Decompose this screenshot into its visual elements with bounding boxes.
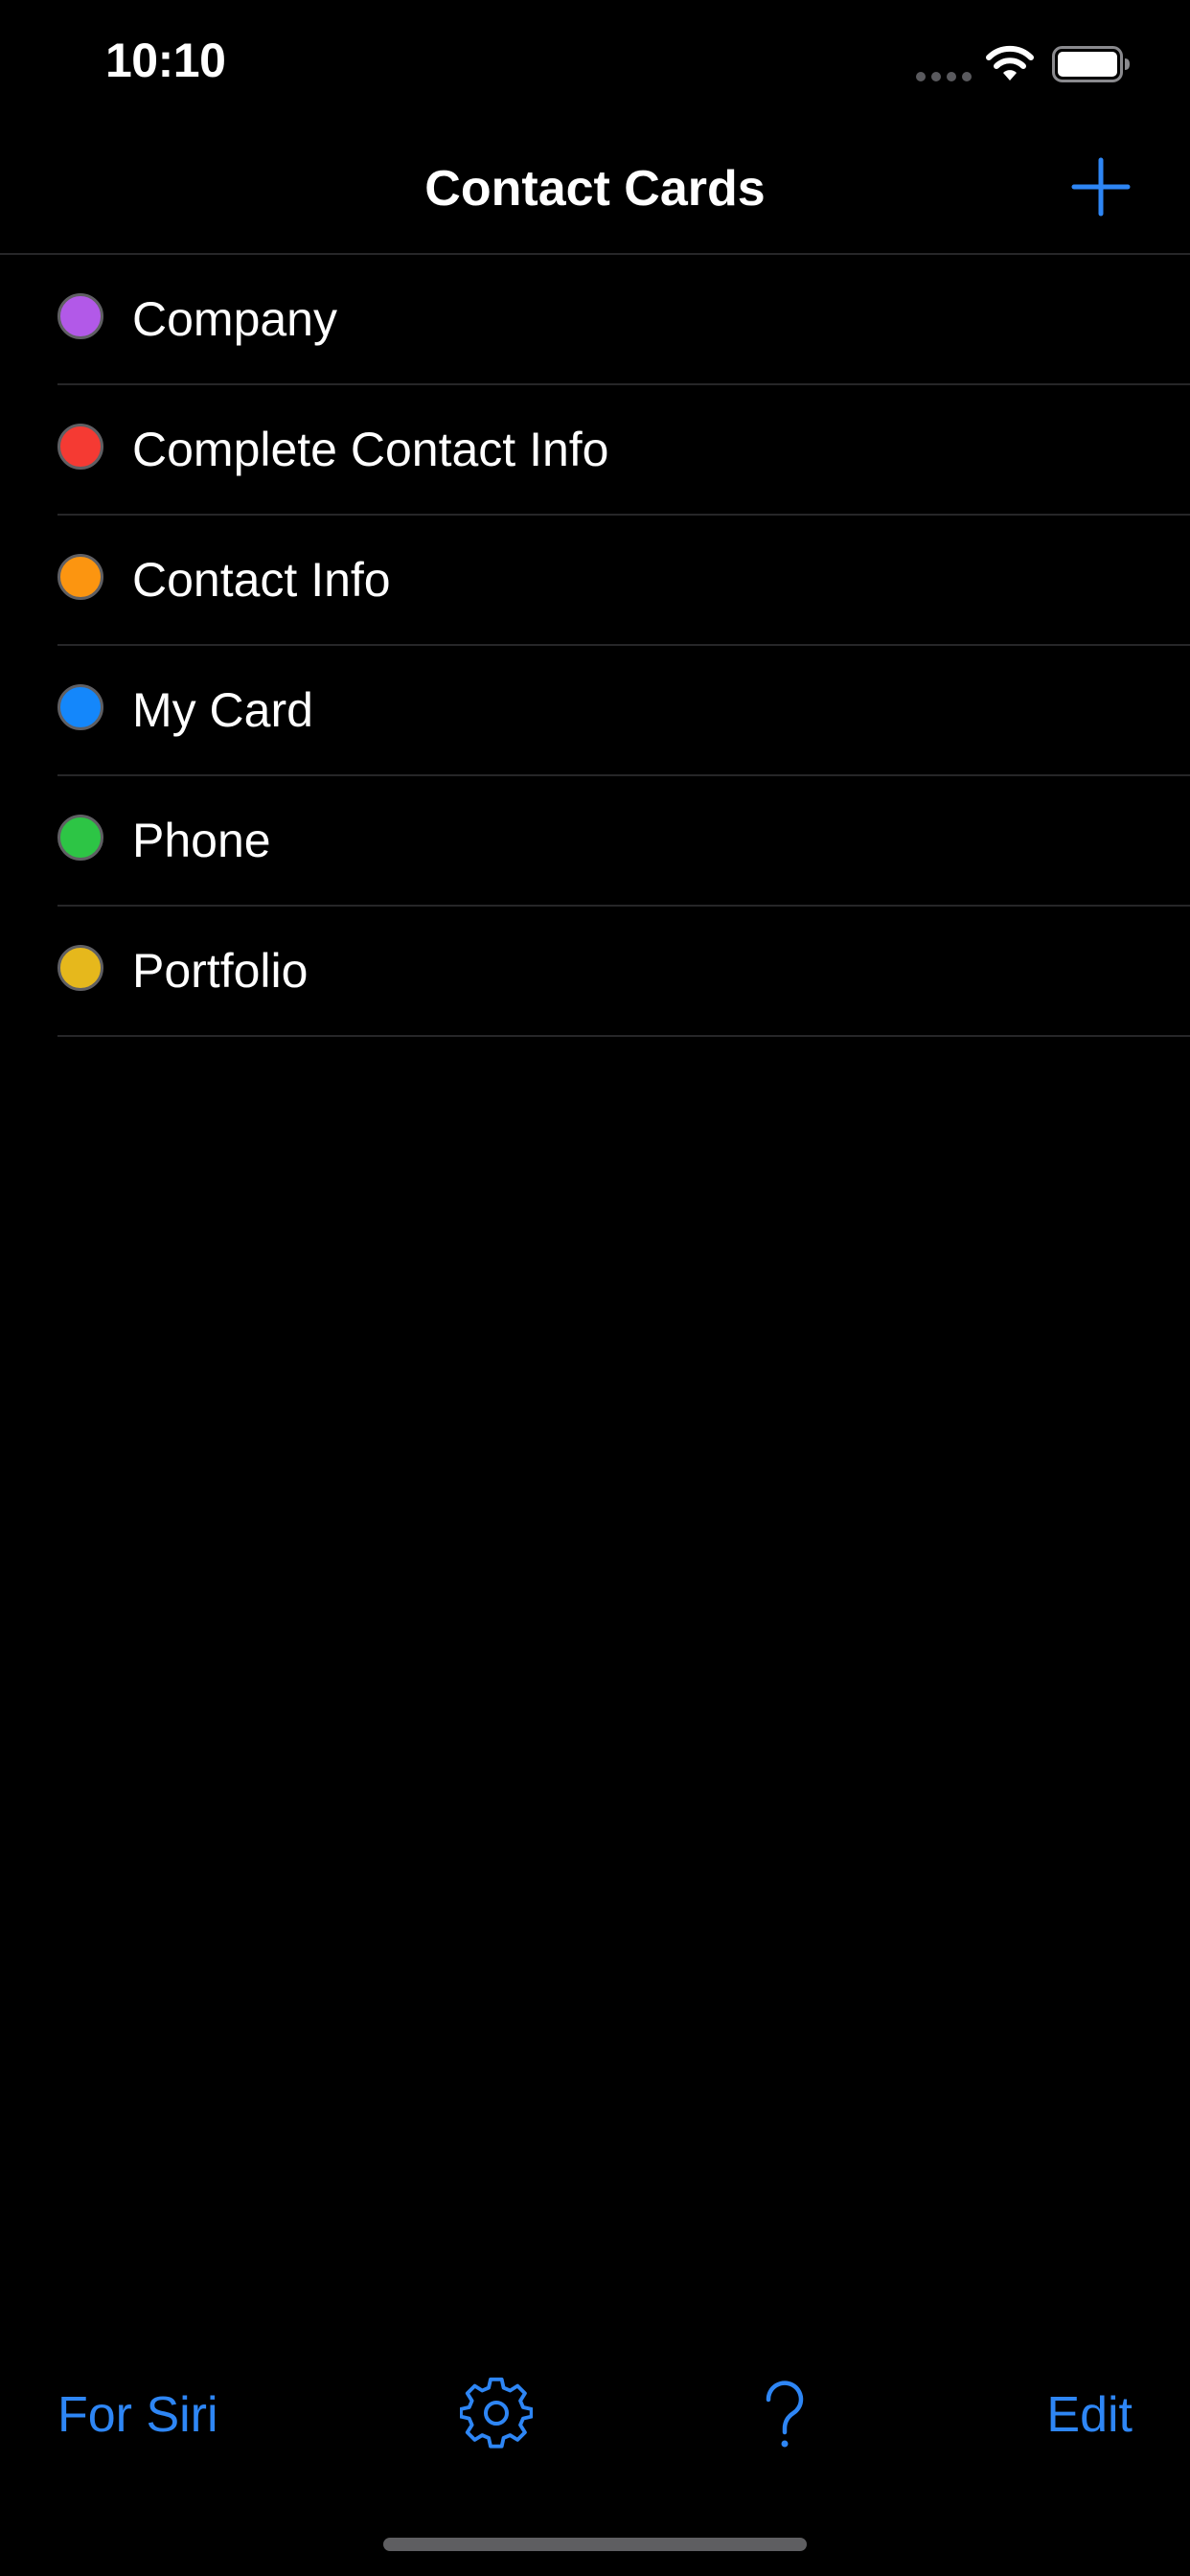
list-item[interactable]: Portfolio xyxy=(57,907,1190,1037)
cellular-signal-icon xyxy=(916,72,972,81)
bottom-toolbar: For Siri Edit xyxy=(0,2367,1190,2463)
for-siri-button[interactable]: For Siri xyxy=(57,2386,218,2444)
card-label: Contact Info xyxy=(132,553,391,607)
list-item[interactable]: Complete Contact Info xyxy=(57,385,1190,516)
add-card-button[interactable] xyxy=(1069,155,1133,218)
color-dot xyxy=(57,293,103,339)
card-label: Complete Contact Info xyxy=(132,423,609,476)
card-label: Company xyxy=(132,292,337,346)
list-item[interactable]: My Card xyxy=(57,646,1190,776)
wifi-icon xyxy=(986,45,1034,80)
color-dot xyxy=(57,554,103,600)
list-item[interactable]: Phone xyxy=(57,776,1190,907)
color-dot xyxy=(57,424,103,470)
home-indicator xyxy=(383,2538,807,2551)
edit-button[interactable]: Edit xyxy=(1046,2386,1133,2444)
color-dot xyxy=(57,945,103,991)
help-button[interactable] xyxy=(761,2380,809,2453)
settings-button[interactable] xyxy=(459,2377,534,2450)
contact-card-list: Company Complete Contact Info Contact In… xyxy=(0,253,1190,1037)
card-label: Phone xyxy=(132,814,271,867)
page-title: Contact Cards xyxy=(424,161,766,217)
status-bar: 10:10 xyxy=(0,0,1190,126)
color-dot xyxy=(57,815,103,861)
card-label: Portfolio xyxy=(132,944,309,998)
list-item[interactable]: Company xyxy=(57,255,1190,385)
navigation-bar: Contact Cards xyxy=(0,126,1190,253)
list-item[interactable]: Contact Info xyxy=(57,516,1190,646)
plus-icon xyxy=(1071,157,1131,217)
battery-icon xyxy=(1052,46,1130,82)
color-dot xyxy=(57,684,103,730)
status-time: 10:10 xyxy=(105,34,226,87)
card-label: My Card xyxy=(132,683,313,737)
gear-icon xyxy=(459,2377,534,2449)
question-mark-icon xyxy=(766,2380,804,2448)
